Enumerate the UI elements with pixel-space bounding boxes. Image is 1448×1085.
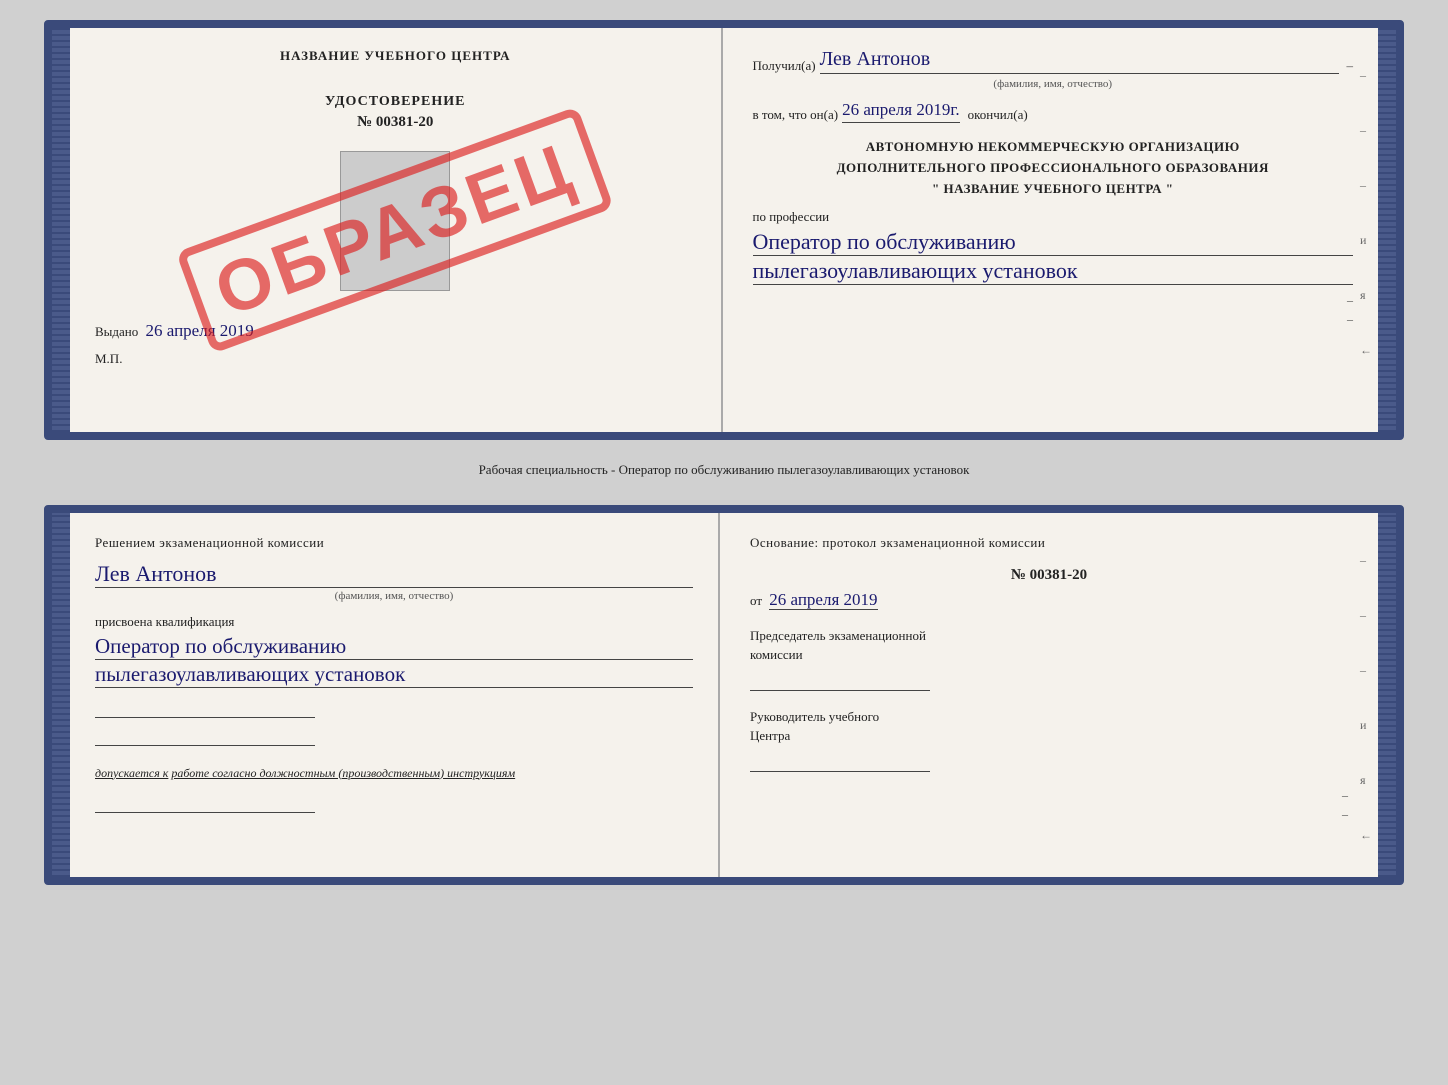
protocol-ot: от	[750, 593, 762, 608]
kvalif-line2-container: пылегазоулавливающих установок	[95, 662, 693, 688]
org-block: АВТОНОМНУЮ НЕКОММЕРЧЕСКУЮ ОРГАНИЗАЦИЮ ДО…	[753, 137, 1354, 199]
org-line2: ДОПОЛНИТЕЛЬНОГО ПРОФЕССИОНАЛЬНОГО ОБРАЗО…	[753, 158, 1354, 179]
protocol-date-value: 26 апреля 2019	[769, 590, 877, 610]
profession-block: по профессии Оператор по обслуживанию пы…	[753, 209, 1354, 285]
bottom-dashes-right-bottom: – –	[750, 788, 1348, 822]
blank-line-2	[95, 724, 315, 746]
org-line1: АВТОНОМНУЮ НЕКОММЕРЧЕСКУЮ ОРГАНИЗАЦИЮ	[753, 137, 1354, 158]
protocol-date: от 26 апреля 2019	[750, 590, 1348, 610]
rukovoditel-signature-line	[750, 750, 930, 772]
separator-text: Рабочая специальность - Оператор по обсл…	[44, 458, 1404, 482]
book-spine-right-top	[1378, 28, 1396, 432]
udostoverenie-block: УДОСТОВЕРЕНИЕ № 00381-20	[95, 94, 696, 131]
mp-line: М.П.	[95, 351, 696, 367]
poluchil-subtitle: (фамилия, имя, отчество)	[753, 78, 1354, 90]
profession-label: по профессии	[753, 209, 1354, 225]
udostoverenie-number: № 00381-20	[95, 114, 696, 131]
blank-line-1	[95, 696, 315, 718]
vtom-row: в том, что он(а) 26 апреля 2019г. окончи…	[753, 100, 1354, 123]
predsedatel-label: Председатель экзаменационной комиссии	[750, 626, 1348, 665]
bottom-dashes-right: – –	[753, 293, 1354, 327]
poluchil-name: Лев Антонов	[820, 48, 1339, 74]
bottom-book-right-page: Основание: протокол экзаменационной коми…	[720, 513, 1378, 877]
kvalif-line1: Оператор по обслуживанию	[95, 634, 346, 658]
top-book-left-page: НАЗВАНИЕ УЧЕБНОГО ЦЕНТРА УДОСТОВЕРЕНИЕ №…	[70, 28, 723, 432]
osnovanie-label: Основание: протокол экзаменационной коми…	[750, 533, 1348, 553]
right-side-marks: – – – и я ←	[1360, 68, 1372, 358]
top-certificate-book: НАЗВАНИЕ УЧЕБНОГО ЦЕНТРА УДОСТОВЕРЕНИЕ №…	[44, 20, 1404, 440]
vydano-line: Выдано 26 апреля 2019	[95, 321, 696, 341]
book-spine-left-bottom	[52, 513, 70, 877]
name-line: Лев Антонов	[95, 561, 693, 588]
top-book-right-page: Получил(а) Лев Антонов – (фамилия, имя, …	[723, 28, 1379, 432]
vtom-date: 26 апреля 2019г.	[842, 100, 960, 123]
prisvoena-label: присвоена квалификация	[95, 614, 693, 630]
org-line3: " НАЗВАНИЕ УЧЕБНОГО ЦЕНТРА "	[753, 179, 1354, 200]
bottom-certificate-book: Решением экзаменационной комиссии Лев Ан…	[44, 505, 1404, 885]
profession-line2: пылегазоулавливающих установок	[753, 258, 1078, 283]
udostoverenie-label: УДОСТОВЕРЕНИЕ	[95, 94, 696, 110]
school-name-title: НАЗВАНИЕ УЧЕБНОГО ЦЕНТРА	[95, 48, 696, 64]
vydano-date: 26 апреля 2019	[146, 321, 254, 340]
photo-placeholder	[340, 151, 450, 291]
vtom-label: в том, что он(а)	[753, 107, 839, 123]
kvalif-line2: пылегазоулавливающих установок	[95, 662, 405, 686]
rukovoditel-label: Руководитель учебного Центра	[750, 707, 1348, 746]
blank-line-3	[95, 791, 315, 813]
bottom-name: Лев Антонов	[95, 561, 217, 586]
document-container: НАЗВАНИЕ УЧЕБНОГО ЦЕНТРА УДОСТОВЕРЕНИЕ №…	[44, 20, 1404, 885]
dopuskaetsya-text: работе согласно должностным (производств…	[171, 766, 515, 780]
profession-line1: Оператор по обслуживанию	[753, 229, 1016, 254]
right-side-marks-bottom: – – – и я ←	[1360, 553, 1372, 843]
protocol-number: № 00381-20	[750, 567, 1348, 584]
bottom-book-left-page: Решением экзаменационной комиссии Лев Ан…	[70, 513, 720, 877]
book-spine-left-top	[52, 28, 70, 432]
okonchil-label: окончил(а)	[968, 107, 1028, 123]
profession-line1-container: Оператор по обслуживанию	[753, 229, 1354, 256]
profession-line2-container: пылегазоулавливающих установок	[753, 258, 1354, 285]
vydano-label: Выдано	[95, 324, 138, 339]
rukovoditel-block: Руководитель учебного Центра	[750, 707, 1348, 772]
predsedatel-signature-line	[750, 669, 930, 691]
dopuskaetsya-label: допускается к	[95, 766, 168, 780]
book-spine-right-bottom	[1378, 513, 1396, 877]
predsedatel-block: Председатель экзаменационной комиссии	[750, 626, 1348, 691]
poluchil-label: Получил(а)	[753, 58, 816, 74]
resheniem-label: Решением экзаменационной комиссии	[95, 533, 693, 553]
dash-after-name: –	[1347, 58, 1354, 74]
dopuskaetsya-block: допускается к работе согласно должностны…	[95, 766, 693, 781]
poluchil-row: Получил(а) Лев Антонов –	[753, 48, 1354, 74]
kvalif-line1-container: Оператор по обслуживанию	[95, 634, 693, 660]
name-subtitle: (фамилия, имя, отчество)	[95, 590, 693, 602]
